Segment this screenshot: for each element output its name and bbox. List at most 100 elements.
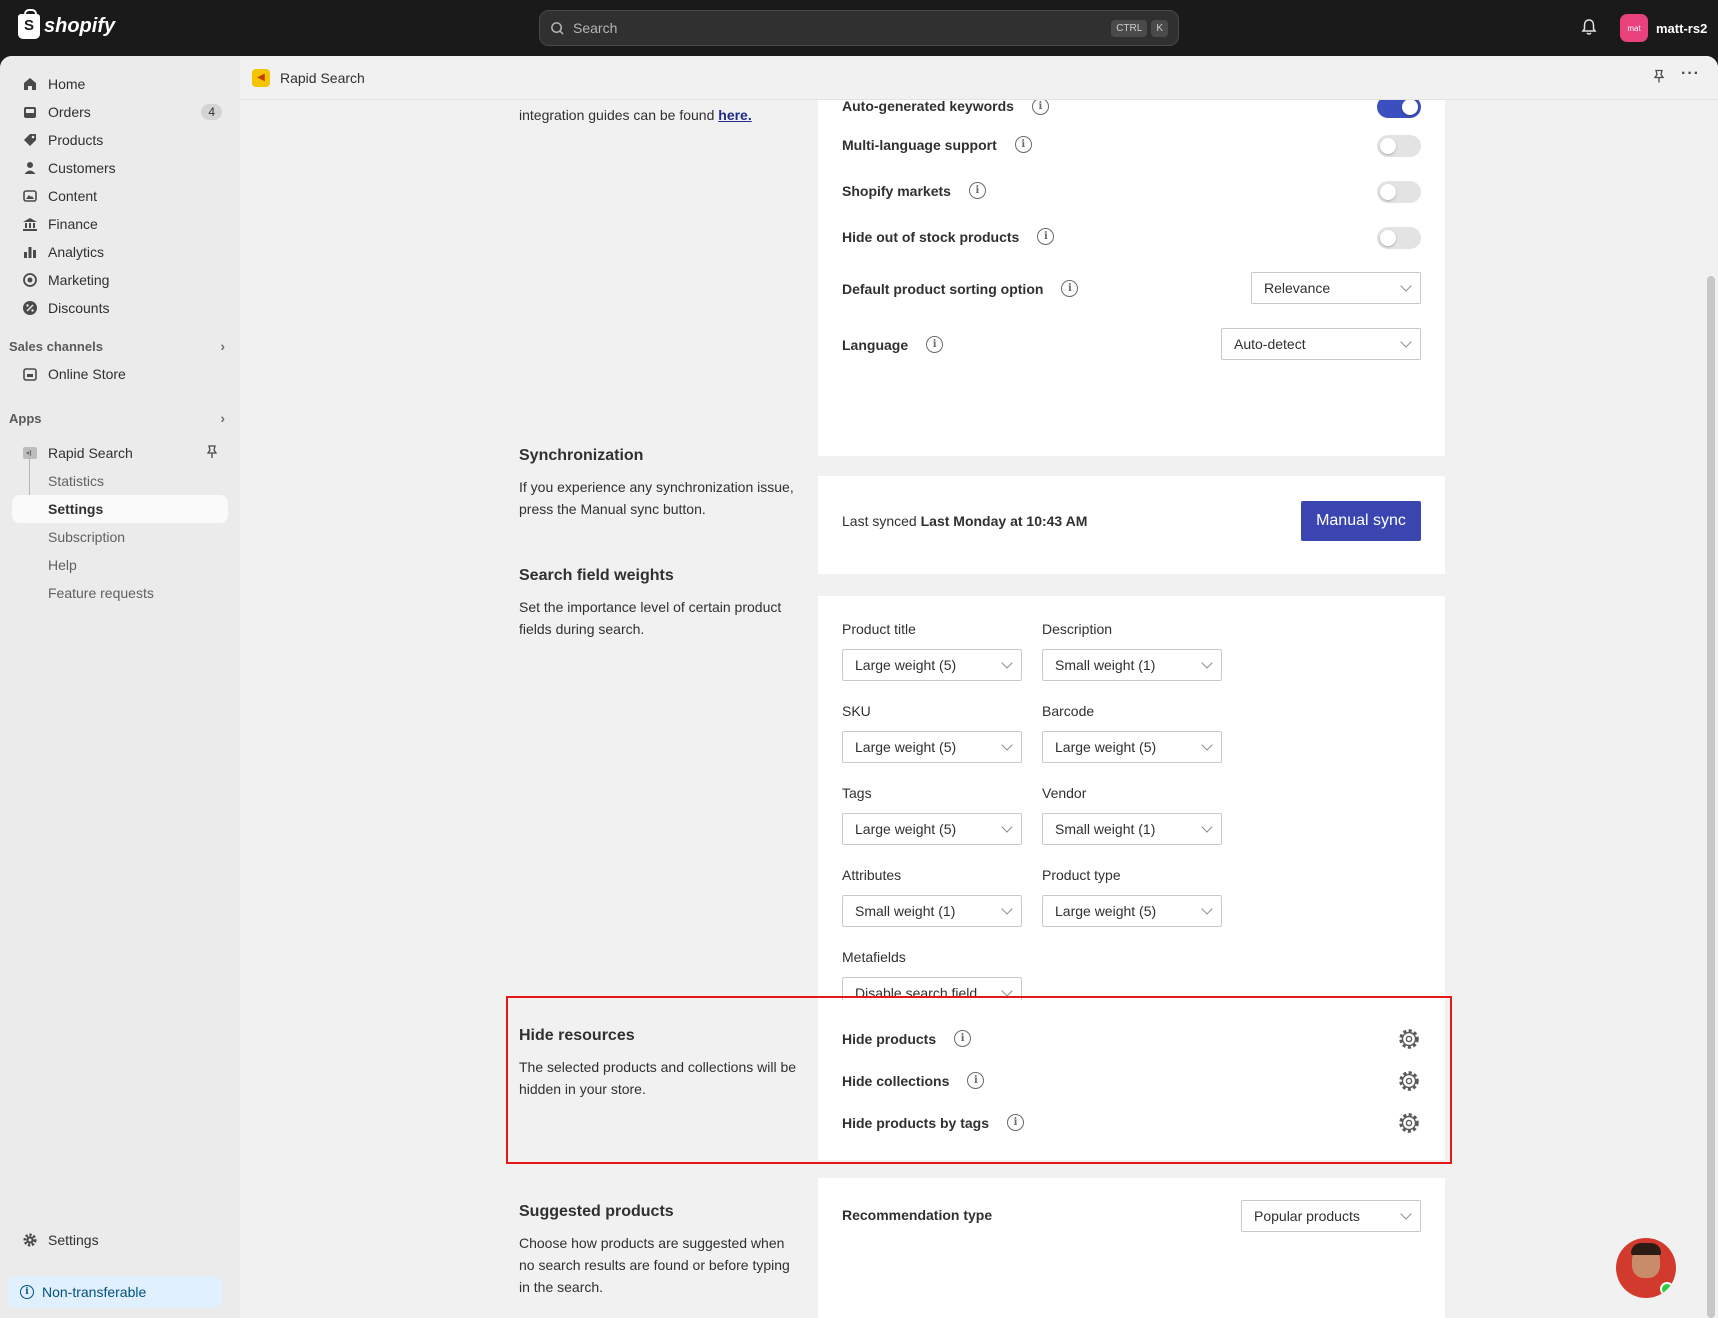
- content-icon: [22, 188, 38, 204]
- field-label: Description: [1042, 621, 1113, 637]
- vendor-weight-select[interactable]: Small weight (1): [1042, 813, 1222, 845]
- agent-hair: [1631, 1243, 1661, 1255]
- chevron-down-icon: [1001, 821, 1013, 833]
- info-icon[interactable]: i: [1037, 228, 1055, 245]
- sorting-option-row: Default product sorting option i: [842, 280, 1079, 297]
- sidebar-item-orders[interactable]: Orders 4: [12, 98, 228, 126]
- hide-out-of-stock-toggle[interactable]: [1377, 227, 1421, 249]
- sidebar-item-products[interactable]: Products: [12, 126, 228, 154]
- sidebar-item-discounts[interactable]: Discounts: [12, 294, 228, 322]
- online-status-dot: [1660, 1282, 1674, 1296]
- brand-name: shopify: [44, 15, 116, 37]
- sidebar-item-settings[interactable]: Settings: [12, 1226, 228, 1254]
- field-label: Product type: [1042, 867, 1121, 883]
- sorting-option-select[interactable]: Relevance: [1251, 272, 1421, 304]
- sidebar-section-sales-channels[interactable]: Sales channels ›: [9, 338, 225, 354]
- hide-collections-gear-icon[interactable]: [1397, 1069, 1421, 1093]
- non-transferable-banner[interactable]: i Non-transferable: [8, 1276, 222, 1308]
- sku-weight-select[interactable]: Large weight (5): [842, 731, 1022, 763]
- chevron-down-icon: [1201, 739, 1213, 751]
- sidebar-item-finance[interactable]: Finance: [12, 210, 228, 238]
- tags-weight-select[interactable]: Large weight (5): [842, 813, 1022, 845]
- recommendation-type-select[interactable]: Popular products: [1241, 1200, 1421, 1232]
- sidebar-subitem-subscription[interactable]: Subscription: [12, 523, 228, 551]
- info-icon[interactable]: i: [1014, 136, 1032, 153]
- field-label: Barcode: [1042, 703, 1095, 719]
- sidebar-item-online-store[interactable]: Online Store: [12, 360, 228, 388]
- suggested-title: Suggested products: [519, 1203, 674, 1220]
- chevron-down-icon: [1001, 657, 1013, 669]
- pin-icon[interactable]: [206, 444, 218, 462]
- chevron-down-icon: [1400, 280, 1412, 292]
- target-icon: [22, 272, 38, 288]
- sidebar-subitem-feature-requests[interactable]: Feature requests: [12, 579, 228, 607]
- info-icon[interactable]: i: [1007, 1114, 1025, 1131]
- sidebar-item-content[interactable]: Content: [12, 182, 228, 210]
- select-value: Small weight (1): [1055, 821, 1156, 837]
- multi-language-row: Multi-language support i: [842, 136, 1032, 153]
- chevron-down-icon: [1400, 1208, 1412, 1220]
- field-label: SKU: [842, 703, 871, 719]
- hide-description: The selected products and collections wi…: [519, 1059, 797, 1097]
- row-label: Language: [842, 336, 909, 353]
- scrollbar-thumb[interactable]: [1707, 276, 1715, 1318]
- select-value: Small weight (1): [1055, 657, 1156, 673]
- manual-sync-button[interactable]: Manual sync: [1301, 501, 1421, 541]
- sidebar-item-customers[interactable]: Customers: [12, 154, 228, 182]
- product-type-weight-select[interactable]: Large weight (5): [1042, 895, 1222, 927]
- rapid-search-logo-icon: ◀: [252, 68, 270, 87]
- sync-card: Last synced Last Monday at 10:43 AM Manu…: [818, 476, 1445, 574]
- sidebar-item-home[interactable]: Home: [12, 70, 228, 98]
- language-select[interactable]: Auto-detect: [1221, 328, 1421, 360]
- row-label: Recommendation type: [842, 1207, 993, 1223]
- sidebar-subitem-statistics[interactable]: Statistics: [12, 467, 228, 495]
- shopify-markets-toggle[interactable]: [1377, 181, 1421, 203]
- bell-icon[interactable]: [1580, 18, 1598, 36]
- language-row: Language i: [842, 336, 944, 353]
- integration-guides-link[interactable]: here.: [718, 107, 751, 123]
- info-icon[interactable]: i: [954, 1030, 972, 1047]
- hide-products-by-tags-gear-icon[interactable]: [1397, 1111, 1421, 1135]
- chevron-down-icon: [1001, 903, 1013, 915]
- hide-products-gear-icon[interactable]: [1397, 1027, 1421, 1051]
- info-icon[interactable]: i: [926, 336, 944, 353]
- sidebar-subitem-help[interactable]: Help: [12, 551, 228, 579]
- row-label: Hide products by tags: [842, 1114, 990, 1131]
- orders-count-badge: 4: [201, 104, 222, 120]
- sidebar-item-rapid-search[interactable]: Rapid Search: [12, 439, 228, 467]
- hide-collections-row: Hide collections i: [842, 1072, 985, 1089]
- global-search-input[interactable]: Search CTRL K: [539, 10, 1179, 46]
- info-icon[interactable]: i: [1061, 280, 1079, 297]
- info-icon[interactable]: i: [967, 1072, 985, 1089]
- select-value: Large weight (5): [855, 739, 957, 755]
- support-chat-avatar[interactable]: [1616, 1238, 1676, 1298]
- description-weight-select[interactable]: Small weight (1): [1042, 649, 1222, 681]
- select-value: Large weight (5): [855, 657, 957, 673]
- attributes-weight-select[interactable]: Small weight (1): [842, 895, 1022, 927]
- bar-chart-icon: [22, 244, 38, 260]
- top-bar: shopify Search CTRL K mat matt-rs2: [0, 0, 1718, 56]
- shopify-logo[interactable]: shopify: [18, 9, 116, 39]
- weights-title: Search field weights: [519, 567, 674, 584]
- sync-title: Synchronization: [519, 447, 644, 464]
- row-label: Auto-generated keywords: [842, 98, 1014, 114]
- search-icon: [551, 21, 564, 35]
- info-icon[interactable]: i: [968, 182, 986, 199]
- sidebar-subitem-settings[interactable]: Settings: [12, 495, 228, 523]
- account-menu[interactable]: mat matt-rs2: [1620, 14, 1707, 42]
- sidebar-section-apps[interactable]: Apps ›: [9, 410, 225, 426]
- multi-language-toggle[interactable]: [1377, 135, 1421, 157]
- hide-out-of-stock-row: Hide out of stock products i: [842, 228, 1055, 245]
- barcode-weight-select[interactable]: Large weight (5): [1042, 731, 1222, 763]
- product-title-weight-select[interactable]: Large weight (5): [842, 649, 1022, 681]
- info-icon: i: [20, 1285, 34, 1299]
- last-synced-prefix: Last synced: [842, 513, 917, 529]
- info-icon[interactable]: i: [1031, 97, 1049, 115]
- sidebar-item-marketing[interactable]: Marketing: [12, 266, 228, 294]
- pin-icon[interactable]: [1653, 69, 1665, 89]
- row-label: Hide out of stock products: [842, 228, 1020, 245]
- home-icon: [22, 76, 38, 92]
- kbd-k: K: [1151, 19, 1168, 37]
- sidebar-item-analytics[interactable]: Analytics: [12, 238, 228, 266]
- more-options-icon[interactable]: ···: [1681, 65, 1700, 89]
